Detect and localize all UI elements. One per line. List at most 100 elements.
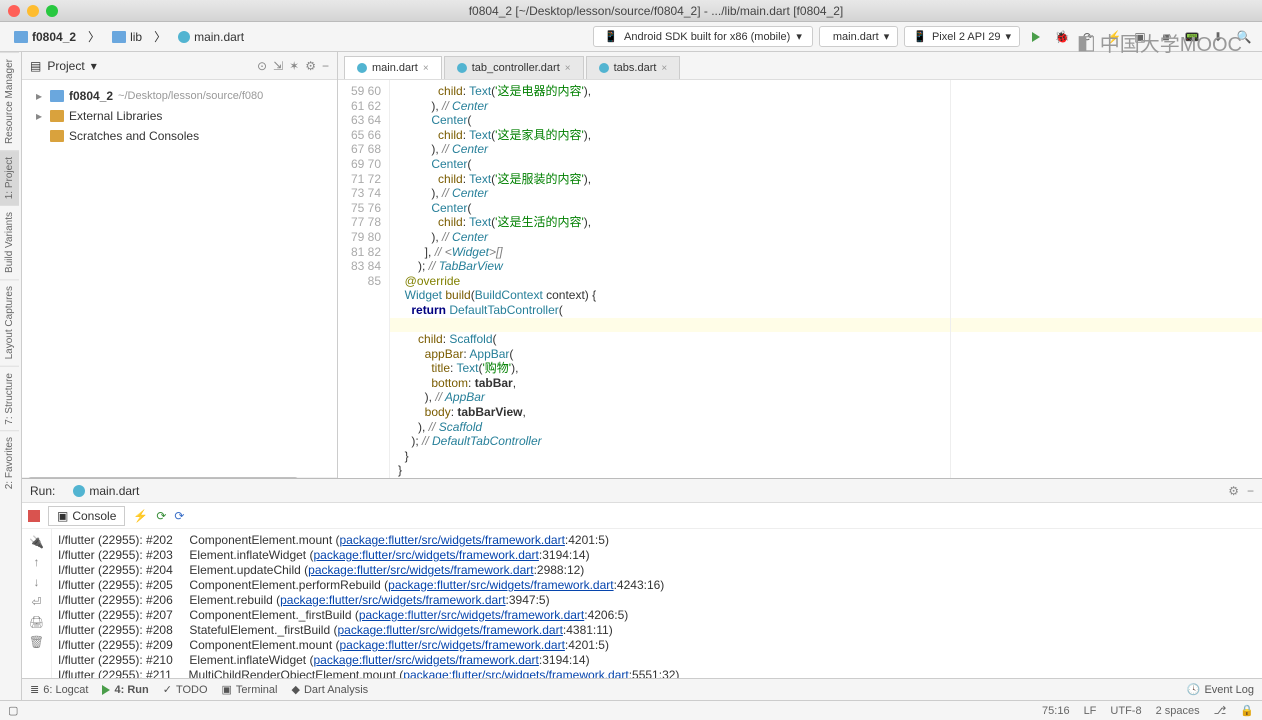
tool-tab-label: Terminal bbox=[236, 684, 278, 696]
window-title: f0804_2 [~/Desktop/lesson/source/f0804_2… bbox=[58, 4, 1254, 18]
chevron-down-icon[interactable]: ▾ bbox=[91, 59, 97, 73]
tool-project[interactable]: 1: Project bbox=[0, 150, 19, 205]
breadcrumb-file[interactable]: main.dart bbox=[172, 28, 250, 46]
status-git-branch[interactable]: ⎇ bbox=[1214, 704, 1227, 717]
nav-toolbar: f0804_2 〉 lib 〉 main.dart 📱 Android SDK … bbox=[0, 22, 1262, 52]
soft-wrap-icon[interactable]: ⏎ bbox=[31, 595, 41, 609]
status-bar: ▢ 75:16 LF UTF-8 2 spaces ⎇ 🔒 bbox=[0, 700, 1262, 720]
editor-tab-controller[interactable]: tab_controller.dart × bbox=[444, 56, 584, 79]
hot-reload-icon[interactable]: ⚡ bbox=[133, 509, 148, 523]
down-icon[interactable]: ↓ bbox=[34, 575, 40, 589]
titlebar: f0804_2 [~/Desktop/lesson/source/f0804_2… bbox=[0, 0, 1262, 22]
zoom-icon[interactable] bbox=[46, 5, 58, 17]
tool-tab-terminal[interactable]: ▣Terminal bbox=[222, 683, 278, 696]
run-panel-title: Run: bbox=[30, 484, 55, 498]
run-button[interactable] bbox=[1026, 27, 1046, 47]
close-icon[interactable]: × bbox=[565, 63, 571, 74]
minimize-icon[interactable] bbox=[27, 5, 39, 17]
run-file-label: main.dart bbox=[89, 484, 139, 498]
stop-icon[interactable] bbox=[28, 510, 40, 522]
run-side-toolbar: 🔌 ↑ ↓ ⏎ 🖨 🗑 bbox=[22, 529, 52, 678]
debug-button[interactable]: 🐞 bbox=[1052, 27, 1072, 47]
console-output[interactable]: I/flutter (22955): #202 ComponentElement… bbox=[52, 529, 1262, 678]
print-icon[interactable]: 🖨 bbox=[29, 615, 44, 629]
close-icon[interactable]: × bbox=[661, 63, 667, 74]
run-toolbar: ▣ Console ⚡ ⟳ ⟳ bbox=[22, 503, 1262, 529]
chevron-right-icon: 〉 bbox=[154, 28, 166, 45]
device-label: Android SDK built for x86 (mobile) bbox=[624, 31, 790, 43]
avd-selector[interactable]: 📱 Pixel 2 API 29 ▾ bbox=[904, 26, 1020, 47]
editor-tab-tabs[interactable]: tabs.dart × bbox=[586, 56, 681, 79]
tree-external-libraries[interactable]: ▸ External Libraries bbox=[26, 106, 333, 126]
console-tab[interactable]: ▣ Console bbox=[48, 506, 125, 526]
status-icon[interactable]: ▢ bbox=[8, 704, 18, 717]
todo-icon: ✓ bbox=[163, 683, 172, 696]
tool-tab-event-log[interactable]: 🕓Event Log bbox=[1187, 683, 1254, 696]
project-panel-header: ▤ Project ▾ ⊙ ⇲ ✶ ⚙ − bbox=[22, 52, 337, 80]
chevron-down-icon: ▾ bbox=[884, 30, 890, 43]
dart-file-icon bbox=[357, 63, 367, 73]
library-icon bbox=[50, 110, 64, 122]
status-cursor-position[interactable]: 75:16 bbox=[1042, 705, 1070, 717]
tool-build-variants[interactable]: Build Variants bbox=[0, 205, 19, 279]
breadcrumb-folder-label: lib bbox=[130, 30, 142, 44]
tool-structure[interactable]: 7: Structure bbox=[0, 366, 19, 431]
status-line-separator[interactable]: LF bbox=[1084, 705, 1097, 717]
tool-tab-logcat[interactable]: ≣6: Logcat bbox=[30, 683, 88, 696]
run-config-selector[interactable]: main.dart ▾ bbox=[819, 26, 898, 47]
tool-layout-captures[interactable]: Layout Captures bbox=[0, 279, 19, 365]
devtools-icon[interactable]: ⟳ bbox=[174, 509, 184, 523]
tree-scratches[interactable]: Scratches and Consoles bbox=[26, 126, 333, 146]
device-selector[interactable]: 📱 Android SDK built for x86 (mobile) ▾ bbox=[593, 26, 813, 47]
blank-icon bbox=[36, 126, 45, 146]
chevron-right-icon[interactable]: ▸ bbox=[36, 86, 45, 106]
settings-icon[interactable]: ⚙ bbox=[1228, 484, 1239, 498]
hide-icon[interactable]: − bbox=[322, 59, 329, 73]
watermark-text: 中国大学MOOC bbox=[1100, 28, 1242, 57]
status-indent[interactable]: 2 spaces bbox=[1156, 705, 1200, 717]
logcat-icon: ≣ bbox=[30, 683, 39, 696]
tool-tab-dart-analysis[interactable]: ◆Dart Analysis bbox=[292, 683, 369, 696]
status-lock-icon[interactable]: 🔒 bbox=[1240, 704, 1254, 717]
chevron-right-icon[interactable]: ▸ bbox=[36, 106, 45, 126]
tree-scratches-label: Scratches and Consoles bbox=[69, 126, 199, 146]
breadcrumb-folder[interactable]: lib bbox=[106, 28, 148, 46]
close-icon[interactable]: × bbox=[423, 63, 429, 74]
code-area[interactable]: child: Text('这是电器的内容'), ), // Center Cen… bbox=[390, 80, 1262, 487]
dart-file-icon bbox=[178, 31, 190, 43]
chevron-down-icon: ▾ bbox=[1005, 30, 1011, 43]
run-panel-file[interactable]: main.dart bbox=[65, 482, 147, 500]
bottom-tool-tabs: ≣6: Logcat 4: Run ✓TODO ▣Terminal ◆Dart … bbox=[22, 678, 1262, 700]
restart-icon[interactable]: ⟳ bbox=[156, 509, 166, 523]
editor-tab-main[interactable]: main.dart × bbox=[344, 56, 442, 79]
tool-tab-todo[interactable]: ✓TODO bbox=[163, 683, 208, 696]
collapse-icon[interactable]: ✶ bbox=[289, 59, 299, 73]
hide-icon[interactable]: − bbox=[1247, 484, 1254, 498]
tool-resource-manager[interactable]: Resource Manager bbox=[0, 52, 19, 150]
editor-body[interactable]: 59 60 61 62 63 64 65 66 67 68 69 70 71 7… bbox=[338, 80, 1262, 487]
tree-root[interactable]: ▸ f0804_2 ~/Desktop/lesson/source/f080 bbox=[26, 86, 333, 106]
phone-icon: 📱 bbox=[913, 30, 927, 43]
dart-file-icon bbox=[457, 63, 467, 73]
close-icon[interactable] bbox=[8, 5, 20, 17]
breadcrumb-project[interactable]: f0804_2 bbox=[8, 28, 82, 46]
run-panel-header: Run: main.dart ⚙ − bbox=[22, 479, 1262, 503]
project-panel-title: Project bbox=[47, 59, 84, 73]
up-icon[interactable]: ↑ bbox=[34, 555, 40, 569]
phone-icon: 📱 bbox=[604, 30, 618, 43]
project-view-icon: ▤ bbox=[30, 59, 41, 73]
expand-icon[interactable]: ⇲ bbox=[273, 59, 283, 73]
tool-favorites[interactable]: 2: Favorites bbox=[0, 430, 19, 495]
settings-icon[interactable]: ⚙ bbox=[305, 59, 316, 73]
attach-icon[interactable]: 🔌 bbox=[29, 535, 44, 549]
locate-icon[interactable]: ⊙ bbox=[257, 59, 267, 73]
cube-icon: ◧ bbox=[1077, 30, 1096, 55]
code-editor: main.dart × tab_controller.dart × tabs.d… bbox=[338, 52, 1262, 487]
tool-tab-run[interactable]: 4: Run bbox=[102, 684, 148, 696]
dart-file-icon bbox=[73, 485, 85, 497]
tool-tab-label: Event Log bbox=[1204, 684, 1254, 696]
clear-icon[interactable]: 🗑 bbox=[29, 635, 44, 649]
project-tree: ▸ f0804_2 ~/Desktop/lesson/source/f080 ▸… bbox=[22, 80, 337, 152]
console-icon: ▣ bbox=[57, 509, 68, 523]
status-encoding[interactable]: UTF-8 bbox=[1110, 705, 1141, 717]
